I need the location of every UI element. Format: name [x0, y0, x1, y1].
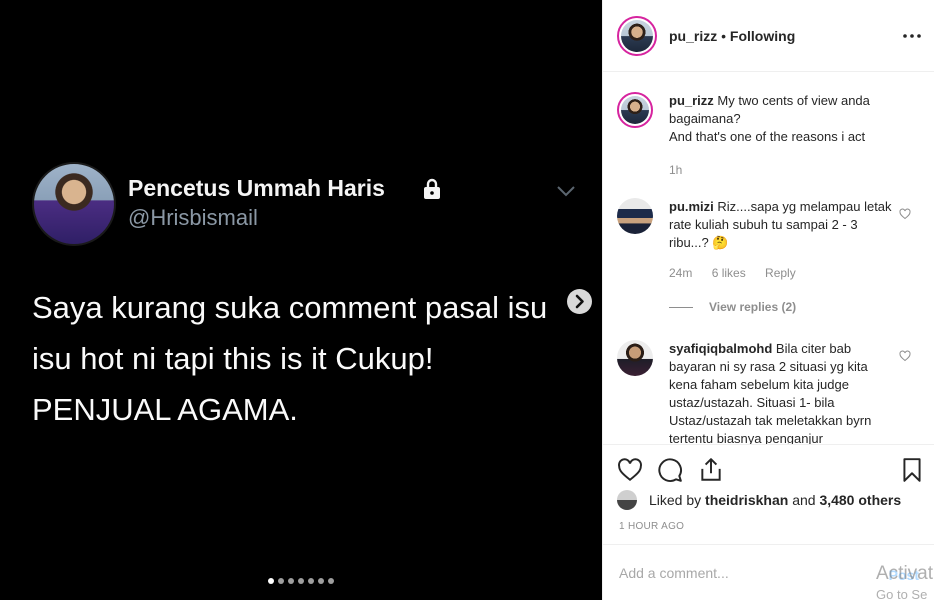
tweet-text-line: PENJUAL AGAMA.	[32, 392, 298, 427]
carousel-dot	[288, 578, 294, 584]
comments-list[interactable]: pu_rizz My two cents of view anda bagaim…	[603, 72, 934, 444]
share-icon[interactable]	[698, 457, 724, 483]
chevron-right-icon	[575, 294, 584, 309]
tweet-handle: @Hrisbismail	[128, 205, 258, 230]
caption-text: pu_rizz My two cents of view anda bagaim…	[669, 92, 909, 146]
comment-input[interactable]	[619, 565, 879, 581]
lock-icon	[424, 178, 440, 199]
next-image-button[interactable]	[567, 289, 592, 314]
comment-username[interactable]: pu.mizi	[669, 199, 714, 214]
liked-by-user[interactable]: theidriskhan	[705, 492, 788, 508]
post-timestamp[interactable]: 1 HOUR AGO	[619, 521, 684, 532]
post-media[interactable]: Pencetus Ummah Haris @Hrisbismail Saya k…	[0, 0, 602, 600]
tweet-text-line: Saya kurang suka comment pasal isu	[32, 290, 548, 325]
view-replies-button[interactable]: View replies (2)	[669, 300, 796, 314]
comment-username[interactable]: syafiqiqbalmohd	[669, 341, 772, 356]
comment-text: syafiqiqbalmohd Bila citer bab bayaran n…	[669, 340, 894, 444]
tweet-avatar	[32, 162, 116, 246]
tweet-display-name: Pencetus Ummah Haris	[128, 175, 385, 201]
activation-watermark: Activat	[876, 563, 934, 584]
action-bar	[603, 444, 934, 494]
comment-item: syafiqiqbalmohd Bila citer bab bayaran n…	[617, 340, 934, 444]
author-line: pu_rizz • Following	[669, 28, 795, 44]
chevron-down-icon	[557, 186, 575, 197]
bookmark-icon[interactable]	[899, 457, 925, 483]
comment-item: pu.mizi Riz....sapa yg melampau letak ra…	[617, 198, 934, 318]
carousel-dot	[278, 578, 284, 584]
carousel-dots	[268, 578, 334, 584]
caption-age: 1h	[669, 163, 683, 177]
separator-dot: •	[721, 28, 727, 44]
tweet-text: Saya kurang suka comment pasal isu isu h…	[32, 282, 577, 435]
caption-meta: 1h	[669, 163, 698, 177]
carousel-dot	[318, 578, 324, 584]
avatar[interactable]	[617, 340, 653, 376]
liked-by-others[interactable]: 3,480 others	[819, 492, 901, 508]
liker-avatar[interactable]	[617, 490, 637, 510]
comment-icon[interactable]	[657, 457, 683, 483]
author-avatar[interactable]	[617, 16, 657, 56]
avatar[interactable]	[617, 198, 653, 234]
carousel-dot	[298, 578, 304, 584]
heart-icon[interactable]	[617, 457, 643, 483]
caption-username[interactable]: pu_rizz	[669, 93, 714, 108]
author-username[interactable]: pu_rizz	[669, 28, 717, 44]
comment-text: pu.mizi Riz....sapa yg melampau letak ra…	[669, 198, 894, 252]
more-options-icon[interactable]	[903, 34, 921, 38]
replies-divider	[669, 307, 693, 309]
reply-button[interactable]: Reply	[765, 266, 796, 280]
carousel-dot	[268, 578, 274, 584]
likes-summary: Liked by theidriskhan and 3,480 others	[617, 490, 901, 510]
liked-by-and: and	[792, 492, 816, 508]
like-comment-icon[interactable]	[899, 350, 911, 362]
caption-line2: And that's one of the reasons i act	[669, 129, 866, 144]
comment-body: Bila citer bab bayaran ni sy rasa 2 situ…	[669, 341, 872, 444]
post-side-panel: pu_rizz • Following pu_rizz My two cents…	[602, 0, 934, 600]
follow-status-button[interactable]: Following	[730, 28, 795, 44]
liked-by-prefix: Liked by	[649, 492, 702, 508]
like-comment-icon[interactable]	[899, 208, 911, 220]
comment-likes[interactable]: 6 likes	[712, 266, 746, 280]
carousel-dot	[308, 578, 314, 584]
activation-watermark-sub: Go to Se	[876, 587, 928, 600]
comment-meta: 24m 6 likes Reply	[669, 266, 812, 280]
comment-age: 24m	[669, 266, 693, 280]
carousel-dot	[328, 578, 334, 584]
caption: pu_rizz My two cents of view anda bagaim…	[617, 92, 934, 182]
view-replies-label: View replies (2)	[709, 300, 797, 314]
post-header: pu_rizz • Following	[603, 0, 934, 72]
tweet-text-line: isu hot ni tapi this is it Cukup!	[32, 341, 434, 376]
avatar[interactable]	[617, 92, 653, 128]
